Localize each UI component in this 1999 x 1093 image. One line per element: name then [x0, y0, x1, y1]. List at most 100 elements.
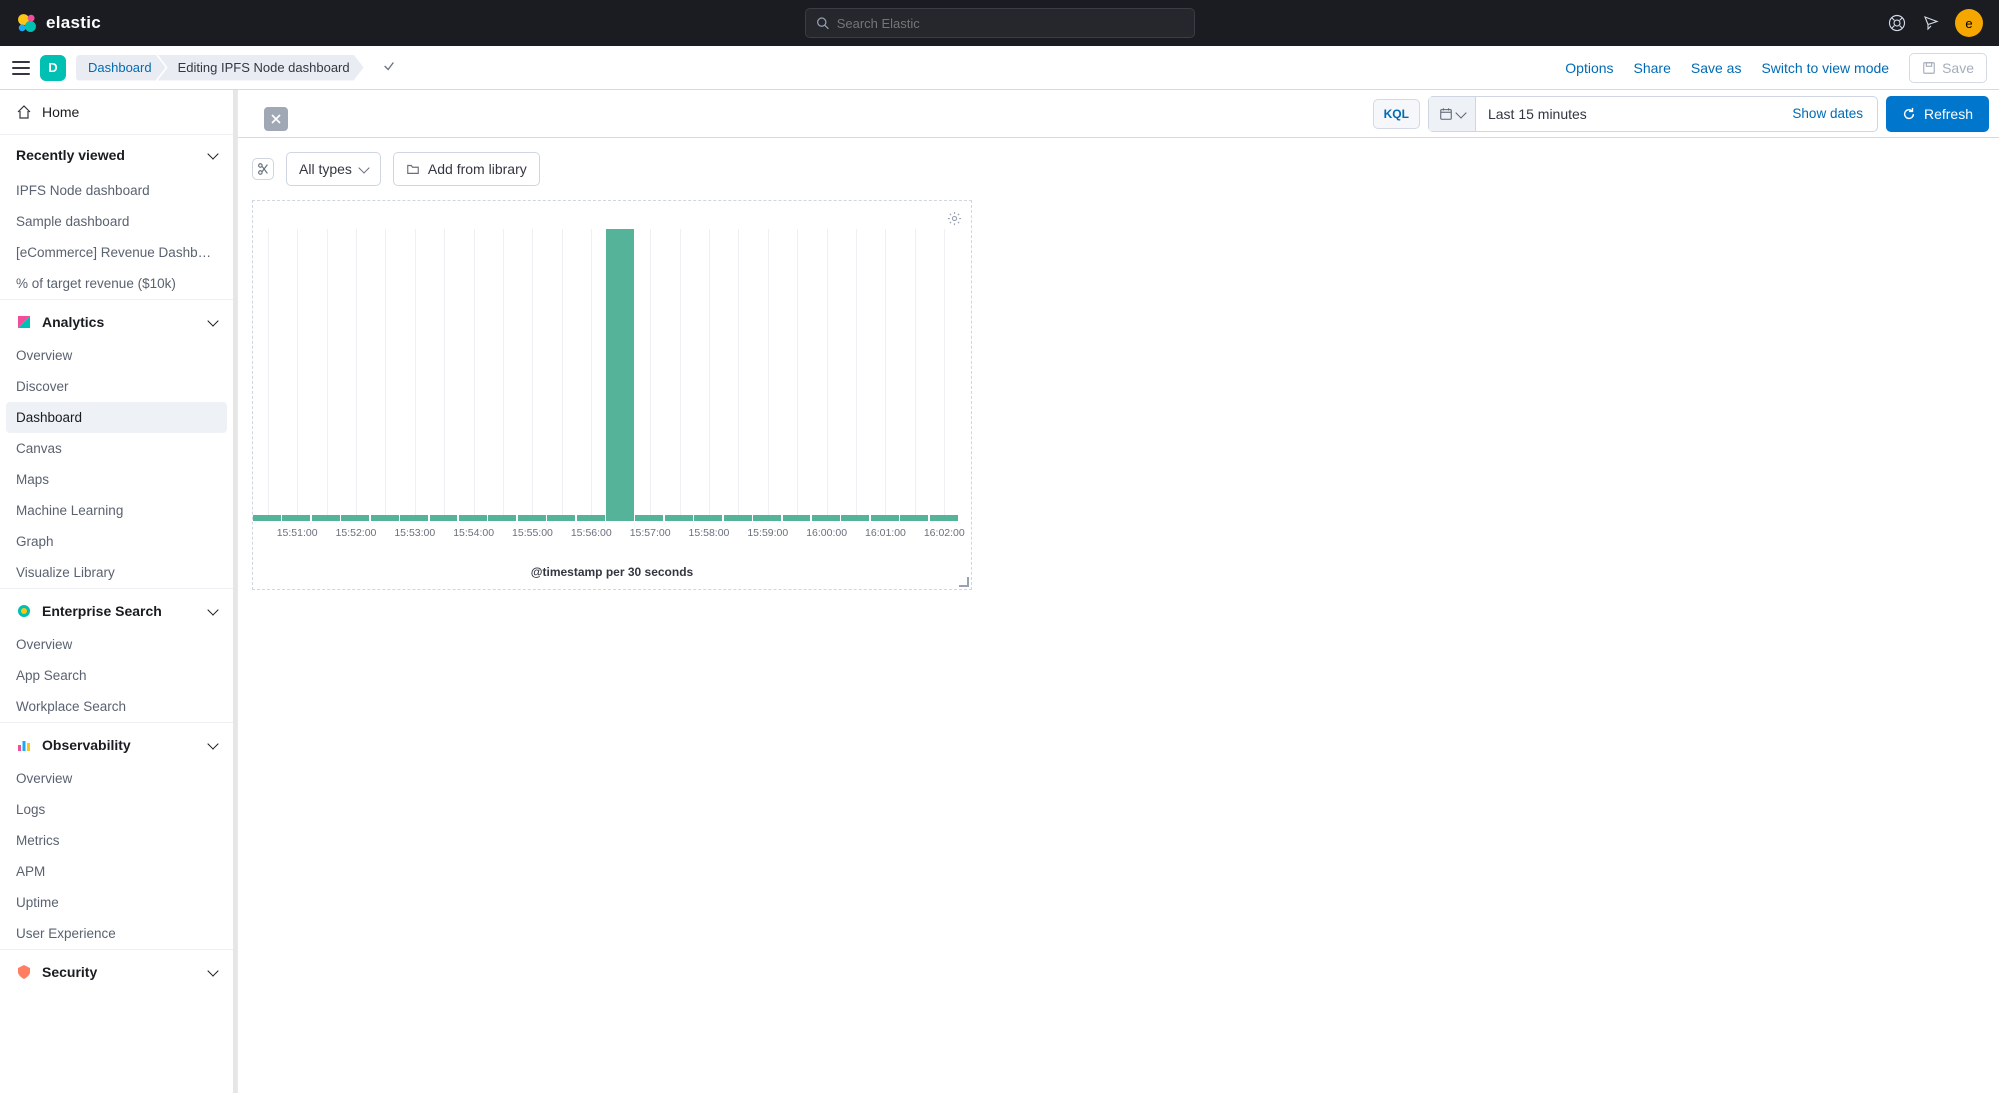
nav-obs-overview[interactable]: Overview — [0, 763, 233, 794]
chart-bar — [518, 515, 546, 521]
recent-item[interactable]: [eCommerce] Revenue Dashbo… — [0, 237, 233, 268]
global-header: elastic e — [0, 0, 1999, 46]
unsaved-check-icon[interactable] — [382, 59, 396, 76]
breadcrumb-dashboard[interactable]: Dashboard — [76, 55, 166, 81]
refresh-icon — [1902, 107, 1916, 121]
side-nav: Home Recently viewed IPFS Node dashboard… — [0, 90, 238, 1093]
show-dates-link[interactable]: Show dates — [1778, 106, 1877, 121]
help-icon[interactable] — [1887, 13, 1907, 33]
toolbar-overflow-left[interactable] — [252, 158, 274, 180]
close-icon — [270, 113, 282, 125]
nav-toggle-button[interactable] — [12, 61, 30, 75]
nav-analytics-dashboard[interactable]: Dashboard — [6, 402, 227, 433]
chart-bar — [841, 515, 869, 521]
chart-xtick: 15:53:00 — [394, 527, 435, 539]
nav-analytics-canvas[interactable]: Canvas — [0, 433, 233, 464]
nav-ent-workplace[interactable]: Workplace Search — [0, 691, 233, 722]
analytics-group[interactable]: Analytics — [0, 299, 233, 340]
options-link[interactable]: Options — [1565, 60, 1613, 76]
folder-icon — [406, 162, 420, 176]
chart-bar — [282, 515, 310, 521]
chart-xtick: 15:51:00 — [277, 527, 318, 539]
kibana-icon — [16, 314, 32, 330]
global-search[interactable] — [805, 8, 1195, 38]
nav-analytics-discover[interactable]: Discover — [0, 371, 233, 402]
calendar-button[interactable] — [1429, 97, 1476, 131]
chart: 15:51:00 15:52:00 15:53:00 15:54:00 15:55:00… — [253, 229, 959, 541]
chart-bar — [753, 515, 781, 521]
chart-bar — [930, 515, 958, 521]
nav-obs-logs[interactable]: Logs — [0, 794, 233, 825]
breadcrumb-current: Editing IPFS Node dashboard — [158, 55, 364, 81]
chart-bar — [635, 515, 663, 521]
date-picker[interactable]: Last 15 minutes Show dates — [1428, 96, 1878, 132]
refresh-button[interactable]: Refresh — [1886, 96, 1989, 132]
calendar-icon — [1439, 107, 1453, 121]
nav-ent-appsearch[interactable]: App Search — [0, 660, 233, 691]
recent-item[interactable]: Sample dashboard — [0, 206, 233, 237]
dashboard-toolbar: All types Add from library — [238, 138, 1999, 200]
chevron-down-icon — [207, 738, 218, 749]
nav-obs-uptime[interactable]: Uptime — [0, 887, 233, 918]
nav-obs-ux[interactable]: User Experience — [0, 918, 233, 949]
save-as-link[interactable]: Save as — [1691, 60, 1742, 76]
chart-bar — [341, 515, 369, 521]
chart-bar — [312, 515, 340, 521]
chart-xtick: 15:59:00 — [747, 527, 788, 539]
security-group[interactable]: Security — [0, 949, 233, 990]
chart-xtick: 15:54:00 — [453, 527, 494, 539]
chart-xtick: 15:52:00 — [336, 527, 377, 539]
chart-bar — [606, 229, 634, 521]
chart-bar — [871, 515, 899, 521]
visualization-panel[interactable]: 15:51:00 15:52:00 15:53:00 15:54:00 15:55:00… — [252, 200, 972, 590]
add-from-library-button[interactable]: Add from library — [393, 152, 540, 186]
chart-bar — [400, 515, 428, 521]
resize-handle[interactable] — [959, 577, 969, 587]
chart-bar — [577, 515, 605, 521]
share-link[interactable]: Share — [1634, 60, 1671, 76]
nav-analytics-graph[interactable]: Graph — [0, 526, 233, 557]
chart-bar — [812, 515, 840, 521]
save-icon — [1922, 61, 1936, 75]
panel-options-button[interactable] — [943, 207, 965, 229]
enterprise-search-icon — [16, 603, 32, 619]
query-bar: KQL Last 15 minutes Show dates Refresh — [238, 90, 1999, 138]
chart-xtick: 15:55:00 — [512, 527, 553, 539]
space-selector[interactable]: D — [40, 55, 66, 81]
nav-obs-metrics[interactable]: Metrics — [0, 825, 233, 856]
global-search-input[interactable] — [837, 16, 1184, 31]
date-range-text[interactable]: Last 15 minutes — [1476, 106, 1778, 122]
kql-toggle[interactable]: KQL — [1373, 99, 1420, 129]
app-navbar: D Dashboard Editing IPFS Node dashboard … — [0, 46, 1999, 90]
user-avatar[interactable]: e — [1955, 9, 1983, 37]
chart-bar — [430, 515, 458, 521]
recent-item[interactable]: % of target revenue ($10k) — [0, 268, 233, 299]
chart-bar — [371, 515, 399, 521]
gear-icon — [947, 211, 962, 226]
all-types-dropdown[interactable]: All types — [286, 152, 381, 186]
chart-bar — [665, 515, 693, 521]
chart-xtick: 15:58:00 — [689, 527, 730, 539]
nav-analytics-maps[interactable]: Maps — [0, 464, 233, 495]
switch-view-link[interactable]: Switch to view mode — [1761, 60, 1889, 76]
nav-obs-apm[interactable]: APM — [0, 856, 233, 887]
elastic-logo[interactable]: elastic — [16, 12, 101, 34]
search-icon — [816, 16, 829, 30]
chart-bar — [694, 515, 722, 521]
chart-xtick: 15:57:00 — [630, 527, 671, 539]
recently-viewed-header[interactable]: Recently viewed — [0, 135, 233, 175]
nav-analytics-ml[interactable]: Machine Learning — [0, 495, 233, 526]
elastic-logo-icon — [16, 12, 38, 34]
enterprise-group[interactable]: Enterprise Search — [0, 588, 233, 629]
recent-item[interactable]: IPFS Node dashboard — [0, 175, 233, 206]
newsfeed-icon[interactable] — [1921, 13, 1941, 33]
nav-analytics-visualize[interactable]: Visualize Library — [0, 557, 233, 588]
observability-group[interactable]: Observability — [0, 722, 233, 763]
nav-analytics-overview[interactable]: Overview — [0, 340, 233, 371]
nav-ent-overview[interactable]: Overview — [0, 629, 233, 660]
chevron-down-icon — [207, 148, 218, 159]
nav-home[interactable]: Home — [0, 90, 233, 135]
collapse-filter-button[interactable] — [264, 107, 288, 131]
chart-bar — [488, 515, 516, 521]
save-button: Save — [1909, 53, 1987, 83]
